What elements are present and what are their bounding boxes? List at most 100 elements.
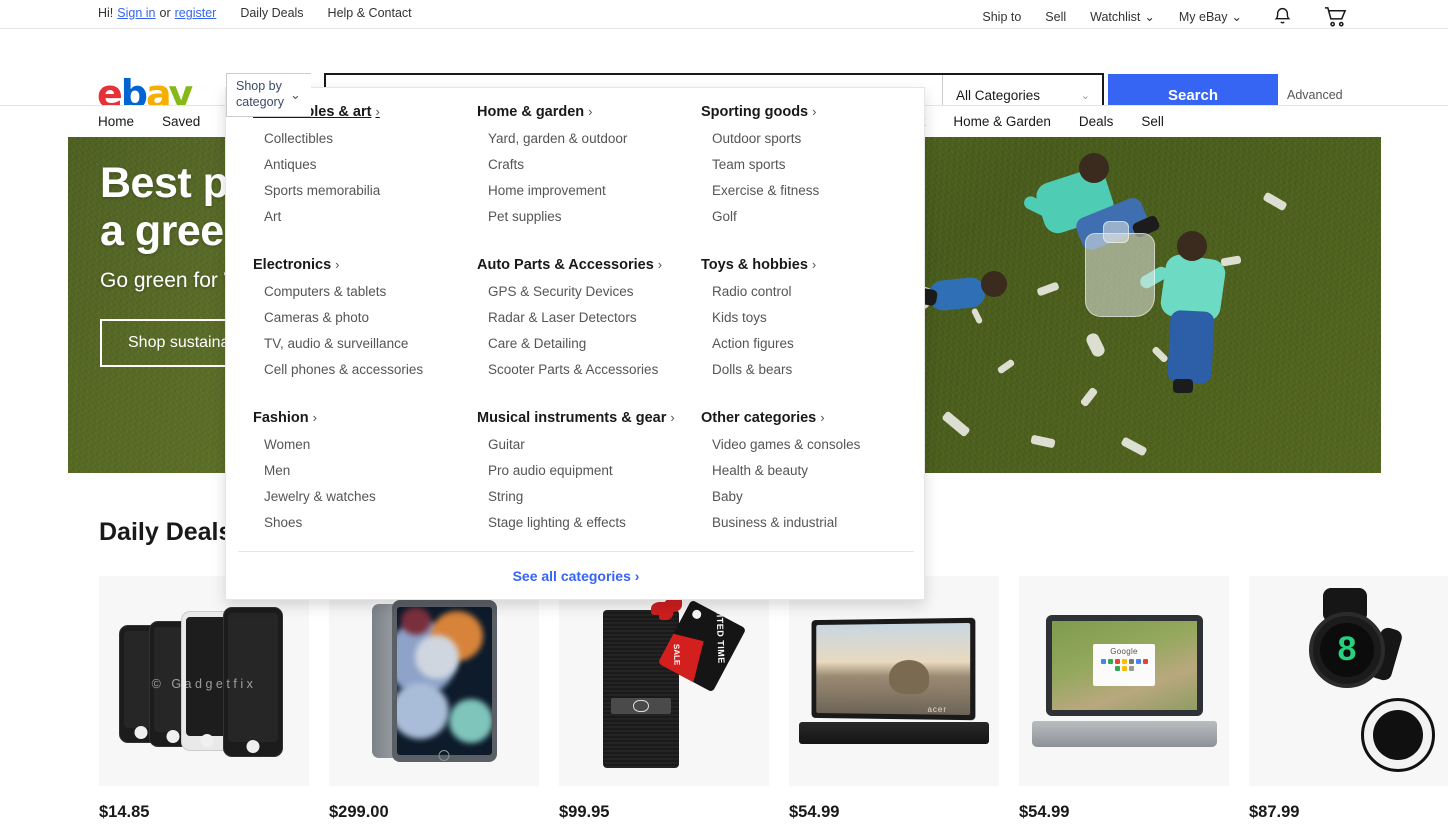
category-group-collectibles-art: Collectibles & art › Collectibles Antique…	[253, 103, 477, 235]
deal-price: $299.00	[329, 803, 389, 821]
category-link[interactable]: Video games & consoles	[701, 437, 925, 452]
tag-line-text: LIMITED TIME	[714, 599, 727, 664]
my-ebay-label: My eBay	[1178, 10, 1228, 24]
category-link[interactable]: String	[477, 489, 701, 504]
category-link[interactable]: Men	[253, 463, 477, 478]
deal-card[interactable]: Google $54.99	[1019, 576, 1229, 828]
category-link[interactable]: Radio control	[701, 284, 925, 299]
category-link[interactable]: Care & Detailing	[477, 336, 701, 351]
category-link[interactable]: Pro audio equipment	[477, 463, 701, 478]
category-link[interactable]: TV, audio & surveillance	[253, 336, 477, 351]
category-heading-label: Musical instruments & gear	[477, 410, 667, 426]
category-heading-sporting-goods[interactable]: Sporting goods ›	[701, 104, 816, 120]
category-link[interactable]: Pet supplies	[477, 209, 701, 224]
category-link[interactable]: Sports memorabilia	[253, 183, 477, 198]
nav-item-home-garden[interactable]: Home & Garden	[953, 114, 1051, 129]
category-heading-other-categories[interactable]: Other categories ›	[701, 410, 825, 426]
nav-item-saved[interactable]: Saved	[162, 114, 200, 129]
chevron-right-icon: ›	[588, 104, 593, 119]
category-link[interactable]: Stage lighting & effects	[477, 515, 701, 530]
category-link[interactable]: Kids toys	[701, 310, 925, 325]
category-heading-label: Toys & hobbies	[701, 257, 808, 273]
category-link[interactable]: Health & beauty	[701, 463, 925, 478]
register-link[interactable]: register	[175, 6, 217, 20]
trash-bag	[1085, 233, 1155, 317]
category-heading-home-garden[interactable]: Home & garden ›	[477, 104, 593, 120]
my-ebay-menu[interactable]: My eBay ⌄	[1179, 9, 1242, 24]
category-heading-musical-instruments-gear[interactable]: Musical instruments & gear ›	[477, 410, 675, 426]
category-link[interactable]: Art	[253, 209, 477, 224]
deal-price: $54.99	[1019, 803, 1070, 821]
category-link[interactable]: Yard, garden & outdoor	[477, 131, 701, 146]
daily-deals-carousel: © Gadgetfix $14.85 $299.00 LIMITED TIME …	[99, 576, 1448, 828]
category-link[interactable]: Outdoor sports	[701, 131, 925, 146]
category-link[interactable]: Shoes	[253, 515, 477, 530]
category-link[interactable]: Exercise & fitness	[701, 183, 925, 198]
nav-item-sell[interactable]: Sell	[1141, 114, 1164, 129]
deal-card[interactable]: 8 $87.99	[1249, 576, 1448, 828]
deal-price: $54.99	[789, 803, 840, 821]
screen-brand-label: Google	[1110, 647, 1138, 657]
category-heading-label: Other categories	[701, 410, 817, 426]
deal-card[interactable]: LIMITED TIME SALE $99.95	[559, 576, 769, 828]
category-link[interactable]: Action figures	[701, 336, 925, 351]
category-heading-toys-hobbies[interactable]: Toys & hobbies ›	[701, 257, 816, 273]
deal-card[interactable]: acer $54.99	[789, 576, 999, 828]
watchlist-menu[interactable]: Watchlist ⌄	[1090, 9, 1155, 24]
chevron-right-icon: ›	[811, 257, 817, 272]
category-link[interactable]: Collectibles	[253, 131, 477, 146]
category-link[interactable]: Team sports	[701, 157, 925, 172]
deal-card[interactable]: © Gadgetfix $14.85	[99, 576, 309, 828]
sell-link[interactable]: Sell	[1045, 10, 1066, 24]
category-link[interactable]: Cell phones & accessories	[253, 362, 477, 377]
category-link[interactable]: Cameras & photo	[253, 310, 477, 325]
notifications-button[interactable]	[1272, 6, 1293, 27]
see-all-categories-link[interactable]: See all categories ›	[513, 568, 640, 584]
topbar-right-group: Ship to Sell Watchlist ⌄ My eBay ⌄	[982, 5, 1348, 28]
topbar-left-group: Hi! Sign in or register Daily Deals Help…	[98, 6, 412, 20]
nav-item-home[interactable]: Home	[98, 114, 134, 129]
category-group-electronics: Electronics › Computers & tablets Cameras…	[253, 256, 477, 388]
category-link[interactable]: Women	[253, 437, 477, 452]
product-image-hp-chromebook[interactable]: Google	[1019, 576, 1229, 786]
category-group-toys-hobbies: Toys & hobbies › Radio control Kids toys …	[701, 256, 925, 388]
product-image-phone-screens[interactable]: © Gadgetfix	[99, 576, 309, 786]
category-link[interactable]: Antiques	[253, 157, 477, 172]
advanced-search-link[interactable]: Advanced	[1287, 88, 1343, 102]
category-link[interactable]: Jewelry & watches	[253, 489, 477, 504]
product-image-acer-chromebook[interactable]: acer	[789, 576, 999, 786]
cart-button[interactable]	[1323, 5, 1348, 28]
category-heading-auto-parts-accessories[interactable]: Auto Parts & Accessories ›	[477, 257, 662, 273]
help-contact-link[interactable]: Help & Contact	[328, 6, 412, 20]
nav-item-deals[interactable]: Deals	[1079, 114, 1114, 129]
daily-deals-heading: Daily Deals	[99, 518, 233, 546]
category-link[interactable]: Radar & Laser Detectors	[477, 310, 701, 325]
shop-by-category-button[interactable]: Shop by category ⌄	[226, 73, 311, 117]
category-link[interactable]: Crafts	[477, 157, 701, 172]
product-image-ipad[interactable]	[329, 576, 539, 786]
bell-icon	[1274, 7, 1291, 24]
tag-sale-text: SALE	[671, 643, 682, 665]
chevron-right-icon: ›	[657, 257, 663, 272]
sign-in-link[interactable]: Sign in	[117, 6, 155, 20]
category-link[interactable]: Home improvement	[477, 183, 701, 198]
category-link[interactable]: Baby	[701, 489, 925, 504]
category-heading-label: Fashion	[253, 410, 309, 426]
deal-price: $99.95	[559, 803, 610, 821]
category-link[interactable]: GPS & Security Devices	[477, 284, 701, 299]
category-link[interactable]: Computers & tablets	[253, 284, 477, 299]
category-link[interactable]: Dolls & bears	[701, 362, 925, 377]
product-image-smartwatch[interactable]: 8	[1249, 576, 1448, 786]
category-heading-fashion[interactable]: Fashion ›	[253, 410, 317, 426]
chevron-down-icon: ⌄	[1231, 10, 1242, 24]
category-heading-electronics[interactable]: Electronics ›	[253, 257, 340, 273]
category-link[interactable]: Guitar	[477, 437, 701, 452]
deal-card[interactable]: $299.00	[329, 576, 539, 828]
daily-deals-link[interactable]: Daily Deals	[240, 6, 303, 20]
category-link[interactable]: Golf	[701, 209, 925, 224]
product-image-desktop-pc[interactable]: LIMITED TIME SALE	[559, 576, 769, 786]
ship-to-link[interactable]: Ship to	[982, 10, 1021, 24]
category-group-other-categories: Other categories › Video games & consoles…	[701, 409, 925, 541]
category-link[interactable]: Scooter Parts & Accessories	[477, 362, 701, 377]
category-link[interactable]: Business & industrial	[701, 515, 925, 530]
